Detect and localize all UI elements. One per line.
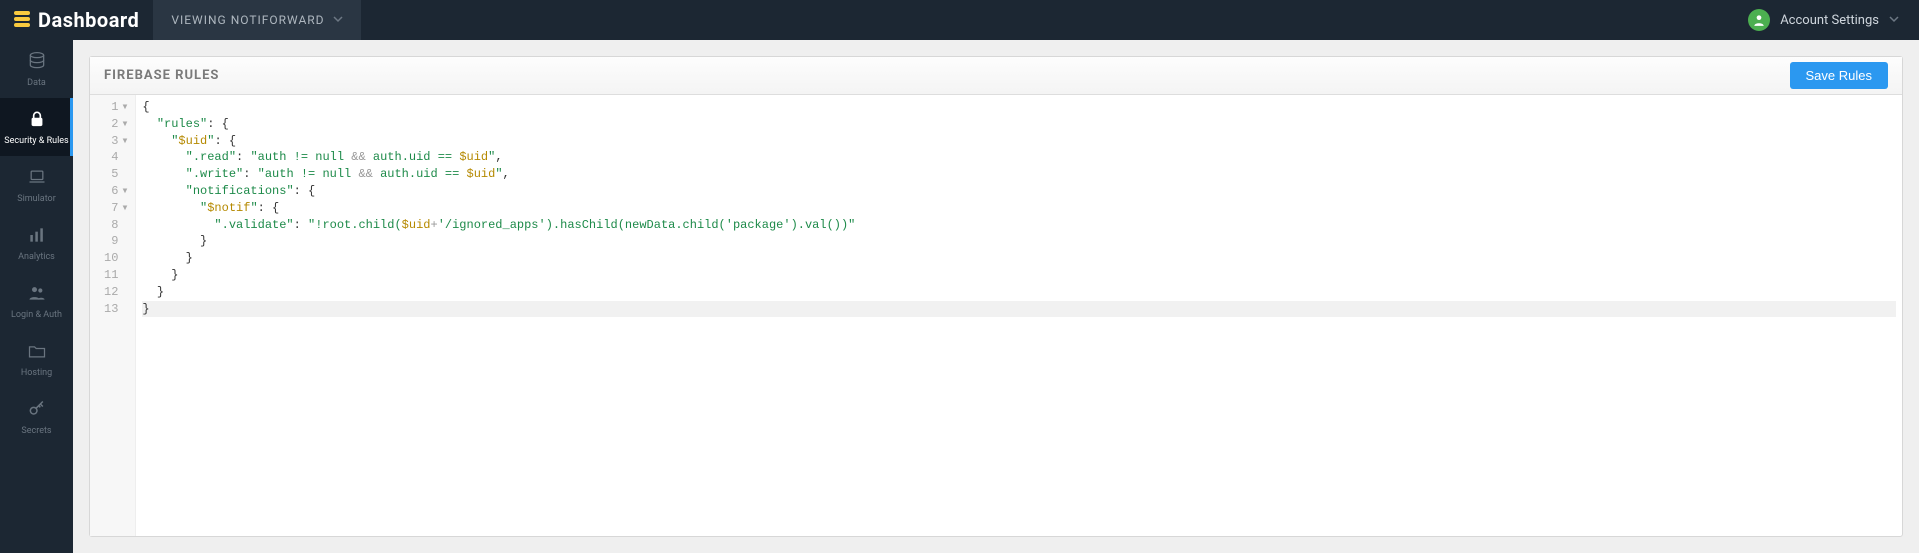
key-icon [26,399,48,422]
laptop-icon [26,167,48,190]
code-line[interactable]: } [142,233,1896,250]
project-name: NOTIFORWARD [231,13,325,27]
content-area: FIREBASE RULES Save Rules 1▾2▾3▾456▾7▾89… [73,40,1919,553]
brand-title: Dashboard [38,8,139,32]
users-icon [26,283,48,306]
gutter-line: 6▾ [104,183,129,200]
gutter-line: 10 [104,250,129,267]
gutter-line: 7▾ [104,200,129,217]
sidebar-item-hosting[interactable]: Hosting [0,330,73,388]
sidebar-item-label: Data [27,78,46,88]
database-icon [26,51,48,74]
account-label: Account Settings [1780,13,1879,28]
code-body[interactable]: { "rules": { "$uid": { ".read": "auth !=… [136,95,1902,536]
fold-icon[interactable]: ▾ [121,99,129,116]
bar-chart-icon [26,225,48,248]
code-line[interactable]: } [142,267,1896,284]
sidebar-item-security[interactable]: Security & Rules [0,98,73,156]
chevron-down-icon [1889,13,1899,28]
topbar: Dashboard VIEWING NOTIFORWARD Account Se… [0,0,1919,40]
code-line[interactable]: "notifications": { [142,183,1896,200]
sidebar-item-label: Analytics [18,252,55,262]
gutter-line: 8 [104,217,129,234]
code-line[interactable]: ".read": "auth != null && auth.uid == $u… [142,149,1896,166]
gutter-line: 11 [104,267,129,284]
code-line[interactable]: ".validate": "!root.child($uid+'/ignored… [142,217,1896,234]
gutter-line: 2▾ [104,116,129,133]
project-prefix: VIEWING [171,13,226,27]
sidebar: Data Security & Rules Simulator [0,40,73,553]
sidebar-item-simulator[interactable]: Simulator [0,156,73,214]
avatar [1748,9,1770,31]
chevron-down-icon [333,13,343,27]
code-line[interactable]: "rules": { [142,116,1896,133]
folder-icon [26,341,48,364]
code-line[interactable]: } [142,301,1896,318]
fold-icon[interactable]: ▾ [121,133,129,150]
gutter-line: 1▾ [104,99,129,116]
panel-title: FIREBASE RULES [104,68,219,83]
fold-icon[interactable]: ▾ [121,183,129,200]
sidebar-item-label: Login & Auth [11,310,62,320]
account-menu[interactable]: Account Settings [1748,9,1919,31]
brand[interactable]: Dashboard [0,0,153,40]
code-line[interactable]: } [142,250,1896,267]
sidebar-item-label: Secrets [21,426,51,436]
code-editor[interactable]: 1▾2▾3▾456▾7▾8910111213 { "rules": { "$ui… [90,95,1902,536]
panel-header: FIREBASE RULES Save Rules [90,57,1902,95]
sidebar-item-label: Hosting [21,368,52,378]
fold-icon[interactable]: ▾ [121,116,129,133]
sidebar-item-secrets[interactable]: Secrets [0,388,73,446]
code-line[interactable]: "$notif": { [142,200,1896,217]
firebase-logo-icon [14,11,30,29]
fold-icon[interactable]: ▾ [121,200,129,217]
lock-icon [26,109,48,132]
gutter-line: 4 [104,149,129,166]
save-rules-button[interactable]: Save Rules [1790,62,1888,89]
sidebar-item-data[interactable]: Data [0,40,73,98]
gutter-line: 9 [104,233,129,250]
gutter-line: 12 [104,284,129,301]
line-gutter: 1▾2▾3▾456▾7▾8910111213 [90,95,136,536]
gutter-line: 3▾ [104,133,129,150]
sidebar-item-login[interactable]: Login & Auth [0,272,73,330]
code-line[interactable]: { [142,99,1896,116]
rules-panel: FIREBASE RULES Save Rules 1▾2▾3▾456▾7▾89… [89,56,1903,537]
gutter-line: 5 [104,166,129,183]
sidebar-item-label: Security & Rules [4,136,68,146]
code-line[interactable]: } [142,284,1896,301]
sidebar-item-analytics[interactable]: Analytics [0,214,73,272]
sidebar-item-label: Simulator [17,194,56,204]
code-line[interactable]: "$uid": { [142,133,1896,150]
project-switcher[interactable]: VIEWING NOTIFORWARD [153,0,360,40]
code-line[interactable]: ".write": "auth != null && auth.uid == $… [142,166,1896,183]
gutter-line: 13 [104,301,129,318]
